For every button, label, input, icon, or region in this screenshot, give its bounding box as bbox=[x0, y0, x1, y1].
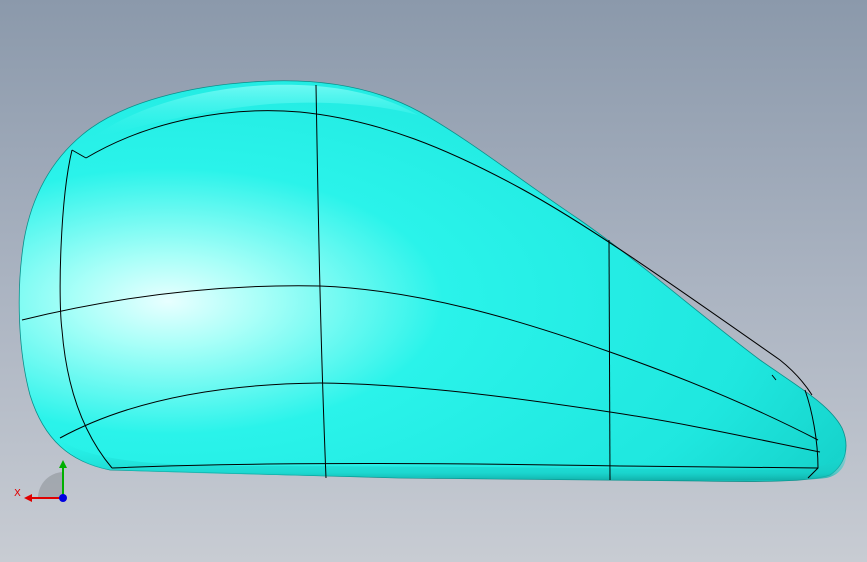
z-axis-indicator bbox=[59, 494, 67, 502]
triad-plane-indicator bbox=[38, 472, 64, 498]
x-axis-arrowhead bbox=[24, 494, 32, 502]
y-axis-arrowhead bbox=[59, 460, 67, 468]
body-surface[interactable] bbox=[18, 80, 847, 482]
3d-model[interactable] bbox=[0, 0, 867, 562]
view-orientation-triad[interactable]: X bbox=[12, 452, 82, 512]
x-axis-label: X bbox=[14, 488, 21, 499]
graphics-viewport[interactable]: X bbox=[0, 0, 867, 562]
